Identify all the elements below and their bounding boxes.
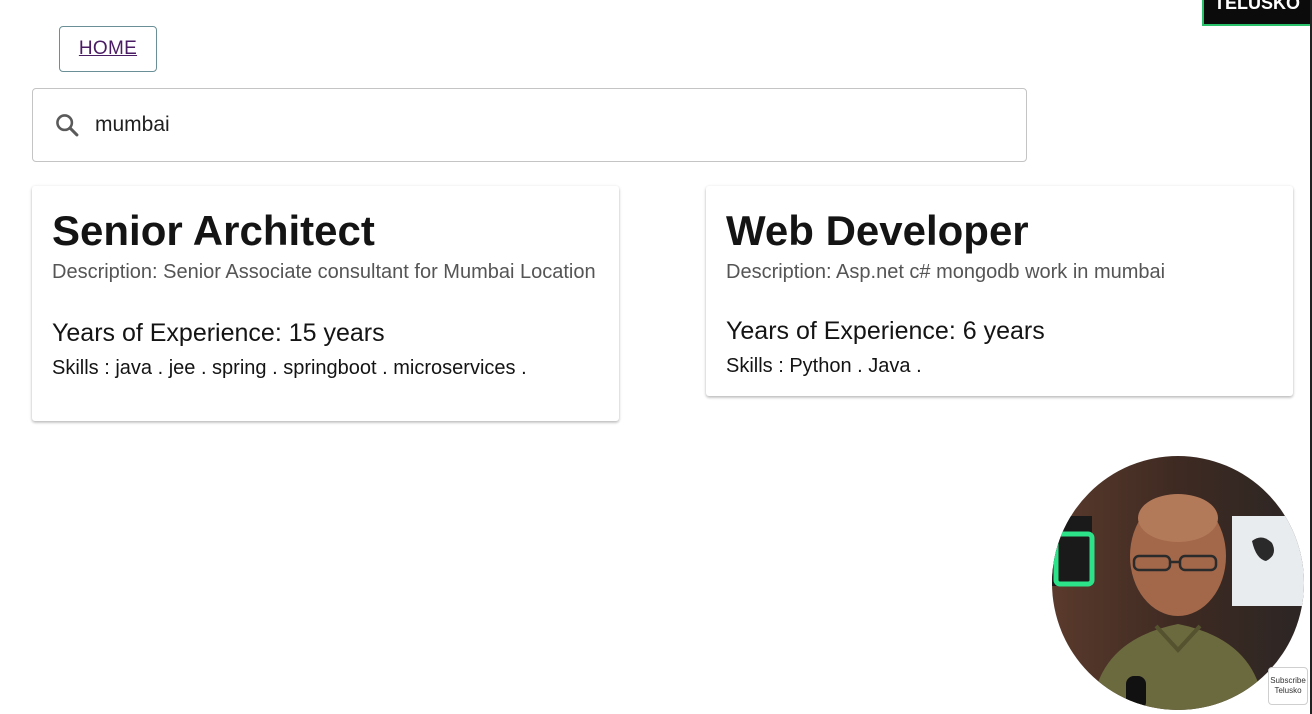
- channel-label: Telusko: [1274, 686, 1302, 695]
- job-description: Description: Asp.net c# mongodb work in …: [726, 261, 1166, 283]
- job-skills: Skills : java . jee . spring . springboo…: [52, 357, 527, 379]
- job-card: Senior Architect Description: Senior Ass…: [32, 186, 619, 421]
- search-icon: [56, 114, 79, 137]
- subscribe-button[interactable]: Subscribe Telusko: [1268, 667, 1308, 705]
- job-title: Senior Architect: [52, 207, 375, 254]
- search-input[interactable]: [93, 112, 977, 138]
- brand-logo: TELUSKO: [1202, 0, 1310, 26]
- job-title: Web Developer: [726, 207, 1029, 254]
- home-link[interactable]: HOME: [79, 38, 137, 60]
- job-skills: Skills : Python . Java .: [726, 355, 922, 377]
- search-bar[interactable]: [32, 88, 1027, 162]
- presenter-webcam: [1052, 456, 1304, 710]
- subscribe-label: Subscribe: [1270, 676, 1306, 685]
- job-experience: Years of Experience: 15 years: [52, 319, 385, 347]
- job-description: Description: Senior Associate consultant…: [52, 261, 596, 283]
- job-experience: Years of Experience: 6 years: [726, 317, 1045, 345]
- job-card: Web Developer Description: Asp.net c# mo…: [706, 186, 1293, 396]
- home-button[interactable]: HOME: [59, 26, 157, 72]
